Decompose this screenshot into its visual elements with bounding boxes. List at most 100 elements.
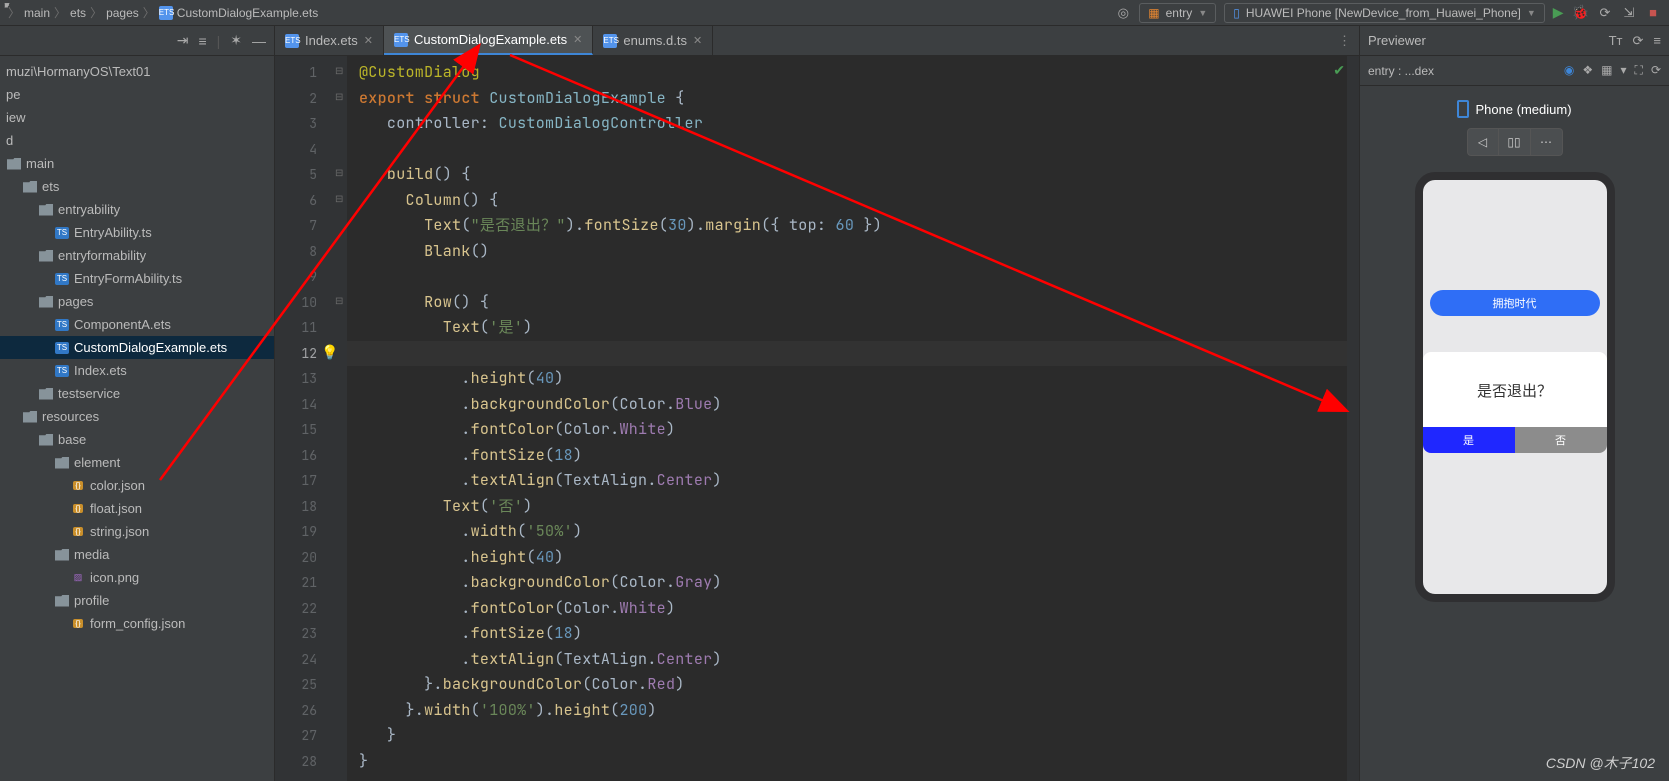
tree-file[interactable]: muzi\HormanyOS\Text01 (0, 60, 274, 83)
tree-file[interactable]: iew (0, 106, 274, 129)
tree-folder[interactable]: ▾pages (0, 290, 274, 313)
code-line[interactable]: .height(40) (359, 545, 1359, 571)
tree-file[interactable]: TSEntryFormAbility.ts (0, 267, 274, 290)
code-line[interactable]: .backgroundColor(Color.Gray) (359, 570, 1359, 596)
profiler-icon[interactable]: ⟳ (1597, 5, 1613, 21)
tree-folder[interactable]: ▾entryformability (0, 244, 274, 267)
tree-folder[interactable]: ▾base (0, 428, 274, 451)
editor-map[interactable] (1347, 56, 1359, 781)
tree-folder[interactable]: ▾entryability (0, 198, 274, 221)
tree-file[interactable]: {}color.json (0, 474, 274, 497)
tree-file[interactable]: TSIndex.ets (0, 359, 274, 382)
code-line[interactable]: build() { (359, 162, 1359, 188)
code-content[interactable]: @CustomDialogexport struct CustomDialogE… (347, 56, 1359, 781)
settings-icon[interactable]: ≡ (1653, 33, 1661, 49)
dialog-yes-button[interactable]: 是 (1423, 427, 1515, 453)
breadcrumb-segment[interactable]: ets (70, 6, 86, 20)
code-line[interactable]: Column() { (359, 188, 1359, 214)
code-line[interactable]: .textAlign(TextAlign.Center) (359, 468, 1359, 494)
tree-folder[interactable]: ▸testservice (0, 382, 274, 405)
tree-file[interactable]: TSEntryAbility.ts (0, 221, 274, 244)
code-line[interactable]: @CustomDialog (359, 60, 1359, 86)
fs-icon[interactable]: ⛶ (1635, 63, 1643, 78)
intention-bulb-icon[interactable]: 💡 (321, 344, 338, 361)
fold-toggle-icon[interactable]: ⊟ (335, 66, 343, 77)
code-line[interactable]: Row() { (359, 290, 1359, 316)
stop-icon[interactable]: ■ (1645, 5, 1661, 21)
code-line[interactable]: .height(40) (359, 366, 1359, 392)
tree-folder[interactable]: ▾media (0, 543, 274, 566)
chev-icon[interactable]: ▾ (1621, 63, 1627, 78)
editor-tab[interactable]: ETSCustomDialogExample.ets✕ (384, 26, 593, 55)
fold-column[interactable]: ⊟ ⊟ ⊟ ⊟ ⊟ (333, 56, 347, 781)
layer-icon[interactable]: ❖ (1582, 63, 1593, 78)
tree-file[interactable]: {}form_config.json (0, 612, 274, 635)
editor-tab[interactable]: ETSenums.d.ts✕ (593, 26, 713, 55)
project-tree[interactable]: muzi\HormanyOS\Text01peiewdmainets▾entry… (0, 56, 274, 781)
grid-icon[interactable]: ▦ (1601, 63, 1612, 78)
code-line[interactable]: .fontColor(Color.White) (359, 417, 1359, 443)
text-size-icon[interactable]: Tᴛ (1609, 33, 1623, 49)
breadcrumb[interactable]: 〉 main 〉 ets 〉 pages 〉 ETS CustomDialogE… (8, 4, 318, 21)
code-line[interactable]: .fontColor(Color.White) (359, 596, 1359, 622)
code-line[interactable]: Blank() (359, 239, 1359, 265)
refresh-icon[interactable]: ⟳ (1633, 33, 1644, 49)
code-line[interactable]: .backgroundColor(Color.Blue) (359, 392, 1359, 418)
split-button[interactable]: ▯▯ (1499, 128, 1531, 156)
close-icon[interactable]: ✕ (364, 34, 373, 47)
fold-toggle-icon[interactable]: ⊟ (335, 168, 343, 179)
entry-label[interactable]: entry : ...dex (1368, 64, 1434, 78)
code-line[interactable]: .fontSize(18) (359, 443, 1359, 469)
code-line[interactable]: export struct CustomDialogExample { (359, 86, 1359, 112)
code-line[interactable]: } (359, 749, 1359, 775)
eye-icon[interactable]: ◉ (1564, 63, 1574, 78)
debug-icon[interactable]: 🐞 (1572, 4, 1589, 21)
code-line[interactable]: controller: CustomDialogController (359, 111, 1359, 137)
fold-toggle-icon[interactable]: ⊟ (335, 296, 343, 307)
editor-tab[interactable]: ETSIndex.ets✕ (275, 26, 384, 55)
breadcrumb-segment[interactable]: CustomDialogExample.ets (177, 6, 318, 20)
tree-folder[interactable]: ▾element (0, 451, 274, 474)
code-line[interactable]: } (359, 723, 1359, 749)
expand-icon[interactable]: ≡ (198, 33, 206, 49)
preview-pill-button[interactable]: 拥抱时代 (1430, 290, 1600, 316)
tree-file[interactable]: {}float.json (0, 497, 274, 520)
tree-file[interactable]: TSCustomDialogExample.ets (0, 336, 274, 359)
code-line[interactable] (359, 264, 1359, 290)
fold-toggle-icon[interactable]: ⊟ (335, 92, 343, 103)
tab-overflow[interactable]: ⋮ (1330, 26, 1359, 55)
tree-file[interactable]: {}string.json (0, 520, 274, 543)
close-icon[interactable]: ✕ (693, 34, 702, 47)
collapse-icon[interactable]: ⇥ (177, 32, 189, 49)
run-config-dropdown[interactable]: ▦ entry ▼ (1139, 3, 1216, 23)
more-button[interactable]: ⋯ (1531, 128, 1563, 156)
tree-file[interactable]: ▨icon.png (0, 566, 274, 589)
breadcrumb-segment[interactable]: main (24, 6, 50, 20)
code-line[interactable]: }.width('100%').height(200) (359, 698, 1359, 724)
breadcrumb-segment[interactable]: pages (106, 6, 139, 20)
code-editor[interactable]: 1234567891011121314151617181920212223242… (275, 56, 1359, 781)
code-line[interactable]: Text("是否退出？").fontSize(30).margin({ top:… (359, 213, 1359, 239)
tree-folder[interactable]: ets (0, 175, 274, 198)
tree-folder[interactable]: resources (0, 405, 274, 428)
code-line[interactable]: .textAlign(TextAlign.Center) (359, 647, 1359, 673)
run-icon[interactable]: ▶ (1553, 4, 1564, 21)
dialog-no-button[interactable]: 否 (1515, 427, 1607, 453)
code-line[interactable] (359, 137, 1359, 163)
tree-folder[interactable]: ▾profile (0, 589, 274, 612)
target-icon[interactable]: ◎ (1115, 5, 1131, 21)
device-dropdown[interactable]: ▯ HUAWEI Phone [NewDevice_from_Huawei_Ph… (1224, 3, 1545, 23)
tree-file[interactable]: TSComponentA.ets (0, 313, 274, 336)
fold-toggle-icon[interactable]: ⊟ (335, 194, 343, 205)
hide-icon[interactable]: — (252, 33, 266, 49)
code-line[interactable]: Text('是') (359, 315, 1359, 341)
code-line[interactable]: .fontSize(18) (359, 621, 1359, 647)
code-line[interactable]: Text('否') (359, 494, 1359, 520)
tree-file[interactable]: pe (0, 83, 274, 106)
rotate-icon[interactable]: ⟳ (1651, 63, 1661, 78)
tree-file[interactable]: d (0, 129, 274, 152)
settings-icon[interactable]: ✶ (230, 32, 242, 49)
close-icon[interactable]: ✕ (573, 33, 582, 46)
code-line[interactable]: }.backgroundColor(Color.Red) (359, 672, 1359, 698)
tree-folder[interactable]: main (0, 152, 274, 175)
